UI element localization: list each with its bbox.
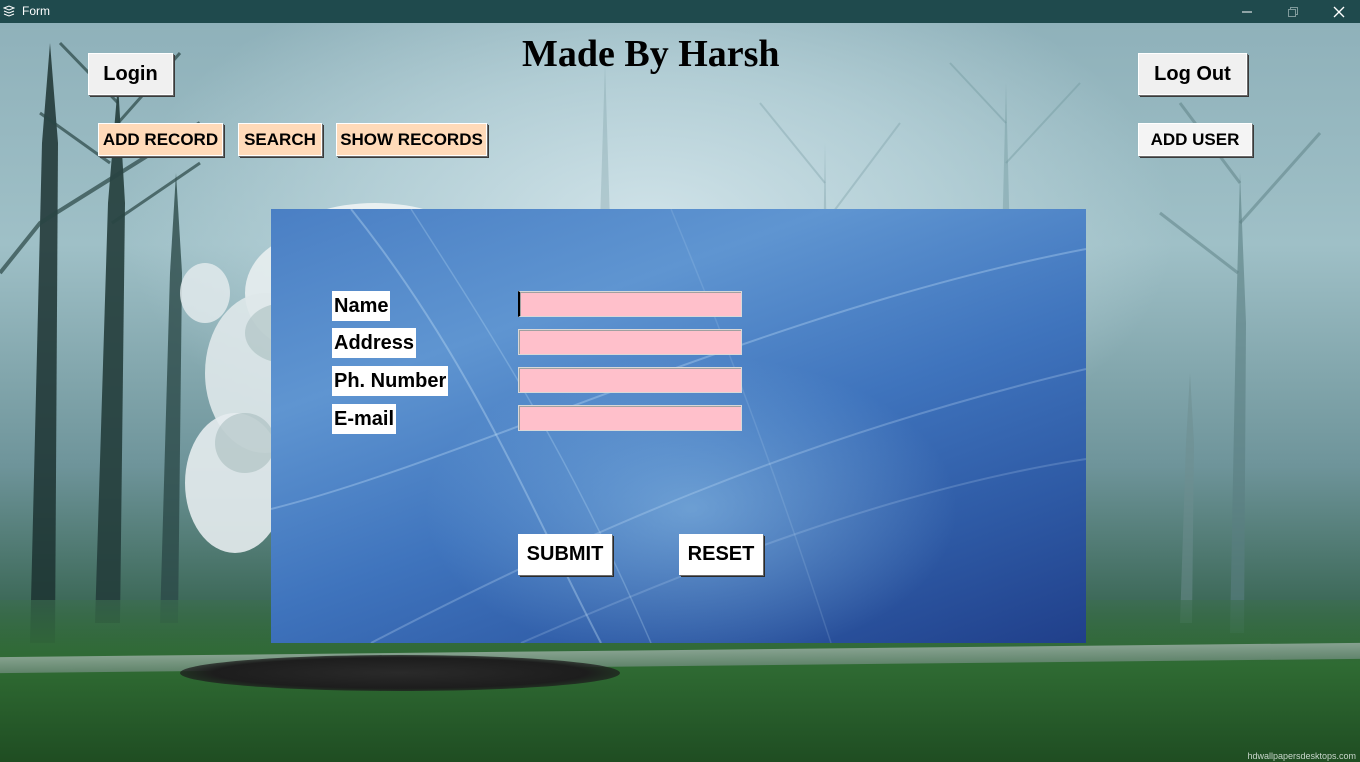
restore-icon	[1288, 6, 1298, 17]
flower-bed	[180, 655, 620, 691]
login-button[interactable]: Login	[88, 53, 173, 95]
phone-input[interactable]	[518, 367, 742, 393]
close-icon	[1333, 6, 1345, 17]
address-input[interactable]	[518, 329, 742, 355]
name-input[interactable]	[518, 291, 742, 317]
logout-button[interactable]: Log Out	[1138, 53, 1247, 95]
show-records-button[interactable]: SHOW RECORDS	[336, 123, 487, 156]
submit-button[interactable]: SUBMIT	[518, 534, 612, 575]
address-label: Address	[332, 328, 417, 358]
window-title: Form	[22, 4, 50, 18]
minimize-button[interactable]	[1224, 0, 1270, 23]
close-button[interactable]	[1316, 0, 1360, 23]
add-user-button[interactable]: ADD USER	[1138, 123, 1252, 156]
email-label: E-mail	[332, 404, 397, 434]
minimize-icon	[1242, 11, 1252, 12]
name-label: Name	[332, 291, 391, 321]
page-heading: Made By Harsh	[522, 33, 780, 75]
email-input[interactable]	[518, 405, 742, 431]
phone-label: Ph. Number	[332, 366, 449, 396]
title-bar: Form	[0, 0, 1360, 23]
reset-button[interactable]: RESET	[679, 534, 763, 575]
add-record-button[interactable]: ADD RECORD	[98, 123, 223, 156]
stack-icon	[3, 5, 15, 17]
watermark-text: hdwallpapersdesktops.com	[1247, 751, 1356, 761]
restore-button[interactable]	[1270, 0, 1316, 23]
search-button[interactable]: SEARCH	[238, 123, 322, 156]
